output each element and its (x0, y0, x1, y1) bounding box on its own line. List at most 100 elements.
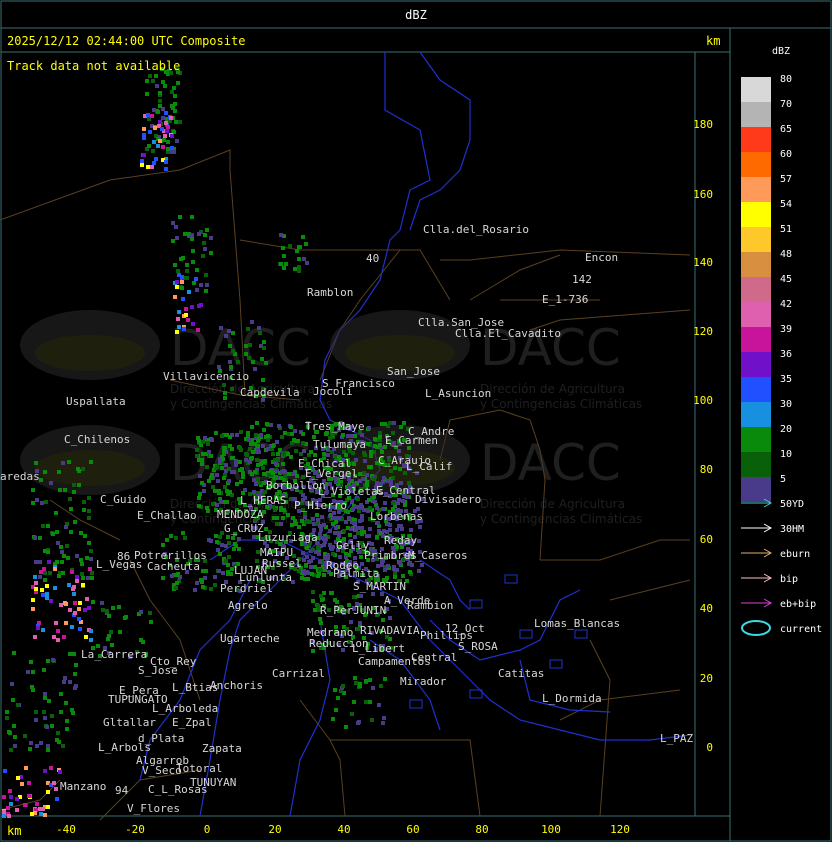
place-label: L_Arbols (98, 741, 151, 754)
echo-pixel (81, 467, 85, 471)
echo-pixel (286, 452, 290, 456)
track-label: 50YD (780, 499, 804, 510)
echo-pixel (282, 254, 286, 258)
echo-pixel (34, 581, 38, 585)
legend-swatch (741, 452, 771, 477)
echo-pixel (210, 438, 214, 442)
echo-pixel (65, 719, 69, 723)
echo-pixel (205, 465, 209, 469)
echo-pixel (169, 116, 173, 120)
echo-pixel (216, 548, 220, 552)
legend-level-label: 51 (780, 224, 792, 235)
echo-pixel (402, 421, 406, 425)
place-label: Lorbenas (370, 510, 423, 523)
echo-pixel (50, 714, 54, 718)
place-label: Zapata (202, 742, 242, 755)
echo-pixel (378, 435, 382, 439)
echo-pixel (388, 421, 392, 425)
echo-pixel (315, 513, 319, 517)
echo-pixel (180, 280, 184, 284)
echo-pixel (177, 273, 181, 277)
echo-pixel (370, 718, 374, 722)
echo-pixel (46, 659, 50, 663)
echo-pixel (362, 471, 366, 475)
echo-pixel (45, 725, 49, 729)
echo-pixel (371, 499, 375, 503)
echo-pixel (221, 571, 225, 575)
echo-pixel (399, 425, 403, 429)
echo-pixel (46, 524, 50, 528)
place-label: San_Jose (387, 365, 440, 378)
axis-unit-top: km (706, 34, 721, 48)
echo-pixel (228, 444, 232, 448)
echo-pixel (224, 559, 228, 563)
y-tick-label: 40 (700, 602, 713, 615)
echo-pixel (59, 710, 63, 714)
place-label: 40 (366, 252, 379, 265)
echo-pixel (217, 491, 221, 495)
echo-pixel (330, 547, 334, 551)
echo-pixel (318, 617, 322, 621)
echo-pixel (341, 433, 345, 437)
echo-pixel (352, 462, 356, 466)
echo-outline (549, 659, 563, 669)
echo-pixel (190, 237, 194, 241)
echo-pixel (293, 267, 297, 271)
echo-pixel (304, 520, 308, 524)
echo-outline (409, 699, 423, 709)
echo-pixel (360, 433, 364, 437)
echo-pixel (262, 346, 266, 350)
echo-pixel (276, 452, 280, 456)
echo-pixel (354, 526, 358, 530)
echo-pixel (166, 125, 170, 129)
echo-pixel (276, 458, 280, 462)
echo-pixel (334, 708, 338, 712)
echo-pixel (64, 701, 68, 705)
echo-pixel (259, 433, 263, 437)
echo-pixel (224, 463, 228, 467)
echo-pixel (91, 600, 95, 604)
echo-pixel (228, 344, 232, 348)
echo-pixel (68, 497, 72, 501)
echo-pixel (197, 496, 201, 500)
echo-pixel (59, 603, 63, 607)
echo-pixel (34, 560, 38, 564)
place-label: Reday (384, 534, 417, 547)
echo-pixel (195, 448, 199, 452)
echo-pixel (227, 329, 231, 333)
echo-pixel (373, 437, 377, 441)
echo-pixel (281, 516, 285, 520)
echo-pixel (81, 583, 85, 587)
watermark-subtitle: y Contingencias Climáticas (480, 397, 642, 411)
place-label: L_Arboleda (152, 702, 218, 715)
echo-pixel (158, 104, 162, 108)
echo-pixel (53, 567, 57, 571)
echo-pixel (176, 81, 180, 85)
echo-pixel (73, 672, 77, 676)
echo-pixel (41, 807, 45, 811)
place-label: P_Hierro (294, 499, 347, 512)
echo-pixel (320, 536, 324, 540)
echo-pixel (319, 528, 323, 532)
echo-pixel (111, 606, 115, 610)
echo-pixel (110, 643, 114, 647)
echo-pixel (87, 516, 91, 520)
legend-level-label: 65 (780, 124, 792, 135)
echo-pixel (83, 534, 87, 538)
echo-pixel (165, 538, 169, 542)
echo-pixel (256, 477, 260, 481)
place-label: Ugarteche (220, 632, 280, 645)
echo-pixel (198, 474, 202, 478)
echo-pixel (173, 263, 177, 267)
timestamp-label: 2025/12/12 02:44:00 UTC Composite (7, 34, 246, 48)
echo-pixel (158, 99, 162, 103)
echo-pixel (20, 782, 24, 786)
echo-pixel (153, 126, 157, 130)
echo-pixel (322, 452, 326, 456)
echo-pixel (64, 525, 68, 529)
echo-pixel (309, 565, 313, 569)
echo-pixel (183, 536, 187, 540)
echo-pixel (58, 488, 62, 492)
echo-pixel (146, 113, 150, 117)
echo-pixel (187, 290, 191, 294)
